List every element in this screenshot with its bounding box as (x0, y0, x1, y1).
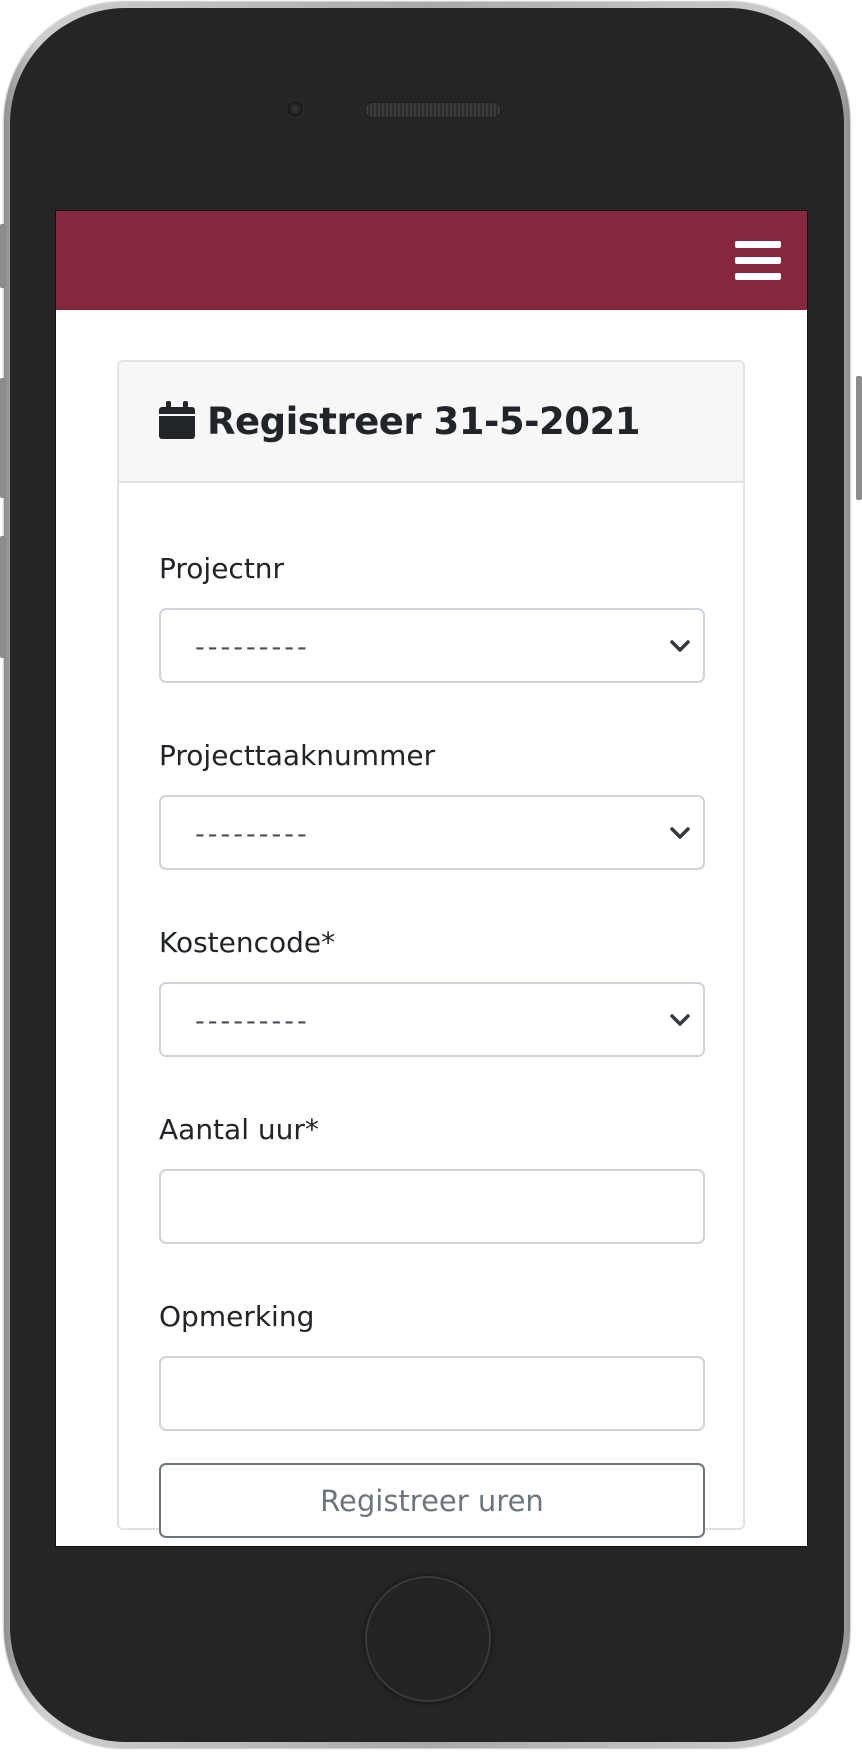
phone-home-button (365, 1576, 491, 1702)
projecttaaknummer-label: Projecttaaknummer (159, 739, 436, 772)
opmerking-group: Opmerking (159, 1297, 705, 1431)
hamburger-menu-icon[interactable] (735, 241, 781, 281)
projectnr-selected-value: --------- (195, 632, 310, 663)
phone-camera (286, 100, 304, 118)
opmerking-input[interactable] (161, 1358, 703, 1429)
kostencode-group: Kostencode* --------- (159, 923, 705, 1057)
aantal-uur-group: Aantal uur* (159, 1110, 705, 1244)
calendar-icon (159, 400, 195, 439)
phone-volume-down-button (0, 536, 6, 658)
opmerking-field-wrapper (159, 1356, 705, 1431)
phone-mute-switch (0, 224, 6, 288)
aantal-uur-field-wrapper (159, 1169, 705, 1244)
opmerking-label: Opmerking (159, 1300, 315, 1333)
phone-volume-up-button (0, 378, 6, 498)
page-title: Registreer 31-5-2021 (207, 400, 640, 443)
registration-card: Registreer 31-5-2021 Projectnr ---------… (117, 360, 745, 1538)
registreer-uren-button[interactable]: Registreer uren (159, 1463, 705, 1538)
kostencode-selected-value: --------- (195, 1006, 310, 1037)
projecttaaknummer-selected-value: --------- (195, 819, 310, 850)
phone-mockup-stage: Registreer 31-5-2021 Projectnr ---------… (0, 0, 862, 1754)
projectnr-label: Projectnr (159, 552, 285, 585)
projecttaaknummer-group: Projecttaaknummer --------- (159, 736, 705, 870)
chevron-down-icon (670, 640, 690, 652)
aantal-uur-label: Aantal uur* (159, 1113, 319, 1146)
app-screen: Registreer 31-5-2021 Projectnr ---------… (55, 210, 808, 1547)
aantal-uur-input[interactable] (161, 1171, 703, 1242)
registration-form: Projectnr --------- Projecttaaknummer --… (119, 483, 743, 1538)
phone-power-button (856, 376, 862, 500)
top-navbar (56, 211, 807, 310)
projectnr-select[interactable]: --------- (159, 608, 705, 683)
card-header: Registreer 31-5-2021 (119, 362, 743, 483)
projectnr-group: Projectnr --------- (159, 549, 705, 683)
chevron-down-icon (670, 827, 690, 839)
kostencode-select[interactable]: --------- (159, 982, 705, 1057)
kostencode-label: Kostencode* (159, 926, 336, 959)
chevron-down-icon (670, 1014, 690, 1026)
projecttaaknummer-select[interactable]: --------- (159, 795, 705, 870)
phone-speaker (365, 102, 501, 118)
